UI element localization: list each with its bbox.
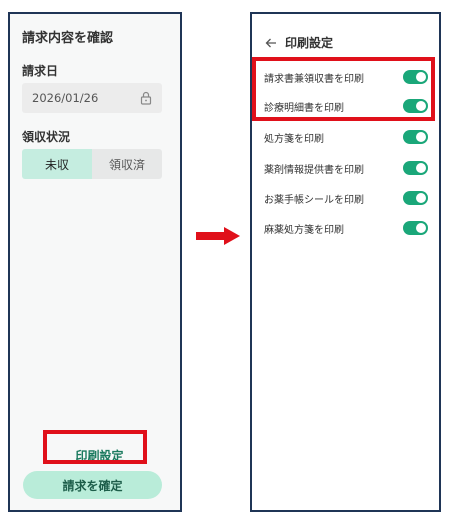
print-option-label: 処方箋を印刷	[264, 133, 324, 145]
print-option-row: 薬剤情報提供書を印刷	[264, 159, 428, 177]
print-option-row: お薬手帳シールを印刷	[264, 189, 428, 207]
arrow-right-icon	[196, 227, 240, 245]
confirm-billing-button[interactable]: 請求を確定	[23, 471, 162, 499]
print-option-toggle[interactable]	[403, 161, 428, 175]
print-option-label: お薬手帳シールを印刷	[264, 194, 364, 206]
receipt-status-label: 領収状況	[22, 130, 71, 144]
print-settings-title: 印刷設定	[285, 36, 334, 50]
print-option-toggle[interactable]	[403, 191, 428, 205]
receipt-status-toggle: 未収 領収済	[22, 149, 162, 179]
billing-date-label: 請求日	[22, 64, 59, 78]
toggle-knob	[416, 223, 426, 233]
highlight-print-settings	[43, 430, 147, 464]
toggle-knob	[416, 163, 426, 173]
billing-date-value: 2026/01/26	[32, 91, 99, 105]
print-option-label: 薬剤情報提供書を印刷	[264, 164, 364, 176]
print-option-row: 処方箋を印刷	[264, 128, 428, 146]
toggle-knob	[416, 193, 426, 203]
billing-date-field: 2026/01/26	[22, 83, 162, 113]
billing-confirm-panel: 請求内容を確認 請求日 2026/01/26 領収状況 未収 領収済 印刷設定 …	[8, 12, 182, 512]
arrow-left-icon[interactable]	[265, 37, 277, 49]
status-paid-option[interactable]: 領収済	[92, 149, 162, 179]
print-option-toggle[interactable]	[403, 221, 428, 235]
stage: 請求内容を確認 請求日 2026/01/26 領収状況 未収 領収済 印刷設定 …	[0, 0, 449, 519]
highlight-receipt-options	[252, 57, 435, 121]
toggle-knob	[416, 132, 426, 142]
print-option-row: 麻薬処方箋を印刷	[264, 219, 428, 237]
print-settings-header: 印刷設定	[265, 34, 333, 51]
lock-icon	[140, 91, 152, 105]
print-option-toggle[interactable]	[403, 130, 428, 144]
status-unpaid-option[interactable]: 未収	[22, 149, 92, 179]
panel-title: 請求内容を確認	[22, 31, 114, 46]
print-option-label: 麻薬処方箋を印刷	[264, 224, 344, 236]
